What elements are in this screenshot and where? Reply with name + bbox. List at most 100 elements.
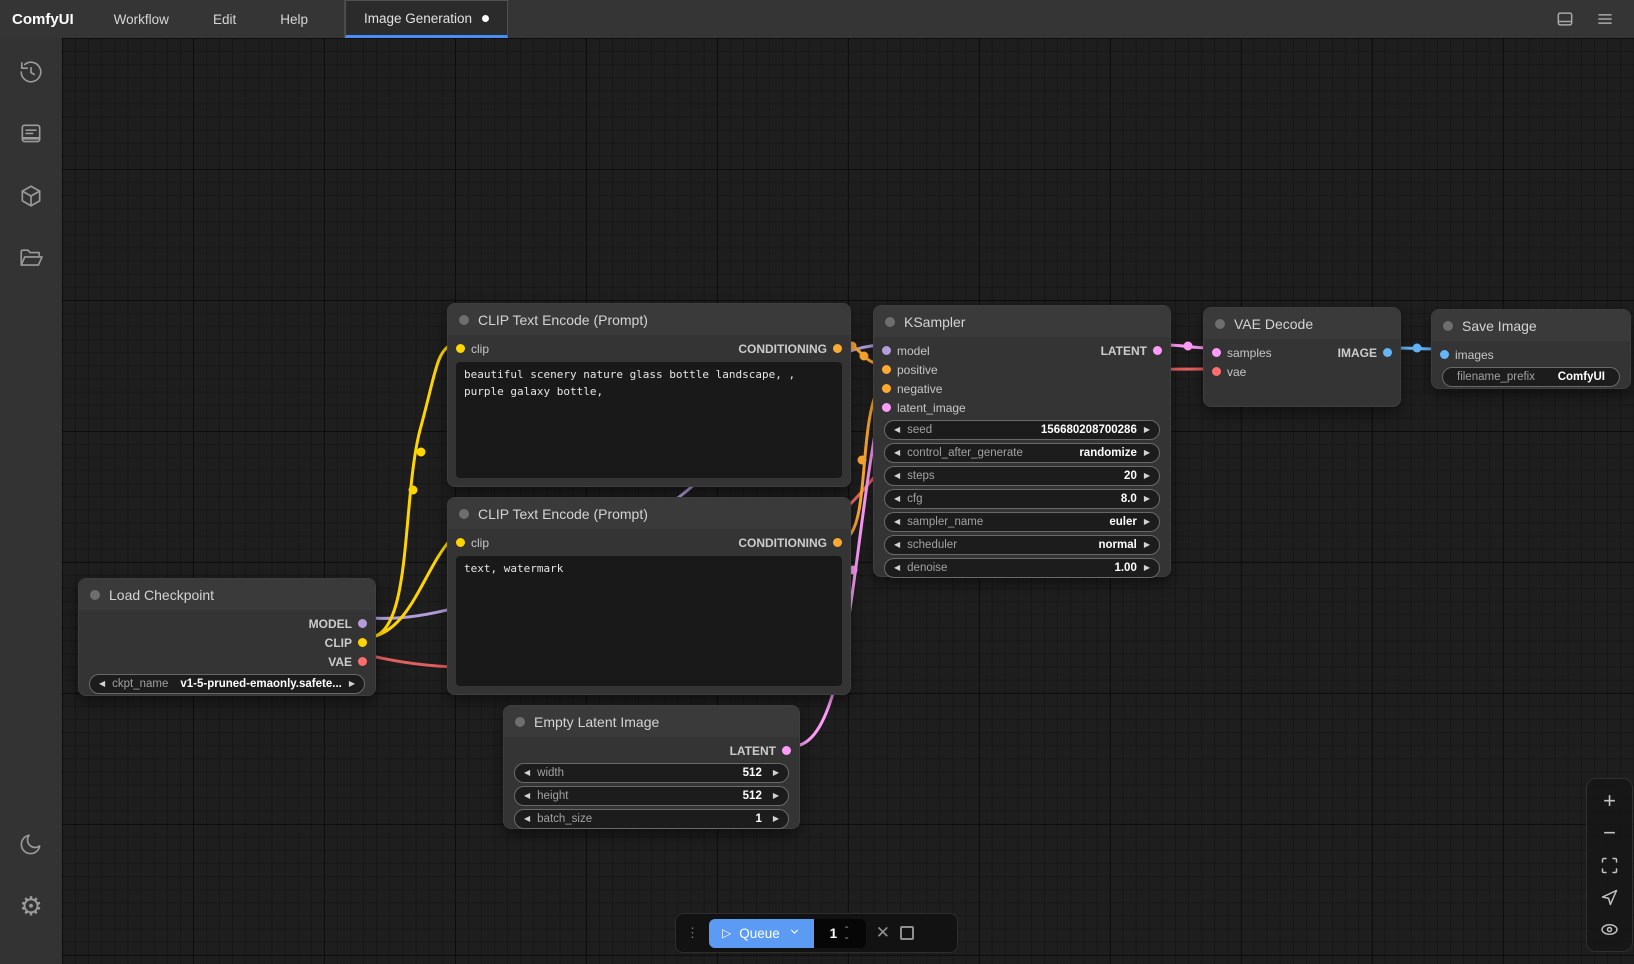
input-latent-image[interactable]: latent_image — [882, 401, 966, 415]
image-port-icon[interactable] — [1440, 350, 1449, 359]
increment-arrow-icon[interactable]: ▶ — [1144, 541, 1150, 549]
conditioning-port-icon[interactable] — [833, 538, 842, 547]
widget-ckpt-name[interactable]: ◀ ckpt_name v1-5-pruned-emaonly.safete..… — [89, 674, 365, 694]
collapse-dot-icon[interactable] — [90, 590, 100, 600]
increment-arrow-icon[interactable]: ▶ — [773, 769, 779, 777]
decrement-arrow-icon[interactable]: ◀ — [894, 564, 900, 572]
increment-arrow-icon[interactable]: ▶ — [773, 792, 779, 800]
vae-port-icon[interactable] — [358, 657, 367, 666]
toggle-links-icon[interactable] — [1597, 916, 1623, 942]
widget-steps[interactable]: ◀ steps 20 ▶ — [884, 466, 1160, 486]
model-port-icon[interactable] — [882, 346, 891, 355]
decrement-arrow-icon[interactable]: ◀ — [524, 769, 530, 777]
collapse-dot-icon[interactable] — [459, 315, 469, 325]
model-port-icon[interactable] — [358, 619, 367, 628]
node-save-image[interactable]: Save Image images filename_prefix ComfyU… — [1431, 309, 1631, 389]
stepper-arrows-icon[interactable]: ⌃⌄ — [843, 926, 850, 940]
node-ksampler[interactable]: KSampler model LATENT positive negative … — [873, 305, 1171, 577]
collapse-dot-icon[interactable] — [459, 509, 469, 519]
model-library-icon[interactable] — [11, 176, 51, 216]
queue-icon[interactable] — [11, 114, 51, 154]
decrement-arrow-icon[interactable]: ◀ — [894, 518, 900, 526]
increment-arrow-icon[interactable]: ▶ — [1144, 472, 1150, 480]
theme-toggle-icon[interactable] — [11, 824, 51, 864]
collapse-dot-icon[interactable] — [515, 717, 525, 727]
widget-cfg[interactable]: ◀ cfg 8.0 ▶ — [884, 489, 1160, 509]
node-clip-text-encode-negative[interactable]: CLIP Text Encode (Prompt) clip CONDITION… — [447, 497, 851, 695]
clear-queue-button[interactable]: ✕ — [876, 923, 890, 943]
output-latent[interactable]: LATENT — [730, 744, 791, 758]
settings-icon[interactable]: ⚙ — [11, 886, 51, 926]
decrement-arrow-icon[interactable]: ◀ — [99, 680, 105, 688]
latent-port-icon[interactable] — [882, 403, 891, 412]
prompt-text-area[interactable]: text, watermark — [456, 556, 842, 686]
conditioning-port-icon[interactable] — [833, 344, 842, 353]
widget-denoise[interactable]: ◀ denoise 1.00 ▶ — [884, 558, 1160, 578]
clip-port-icon[interactable] — [456, 538, 465, 547]
increment-arrow-icon[interactable]: ▶ — [1144, 449, 1150, 457]
widget-seed[interactable]: ◀ seed 156680208700286 ▶ — [884, 420, 1160, 440]
decrement-arrow-icon[interactable]: ◀ — [894, 472, 900, 480]
latent-port-icon[interactable] — [1212, 348, 1221, 357]
widget-scheduler[interactable]: ◀ scheduler normal ▶ — [884, 535, 1160, 555]
input-clip[interactable]: clip — [456, 536, 489, 550]
node-title-bar[interactable]: CLIP Text Encode (Prompt) — [448, 304, 850, 335]
node-title-bar[interactable]: Save Image — [1432, 310, 1630, 341]
increment-arrow-icon[interactable]: ▶ — [1144, 564, 1150, 572]
increment-arrow-icon[interactable]: ▶ — [773, 815, 779, 823]
input-model[interactable]: model — [882, 344, 930, 358]
prompt-text-area[interactable]: beautiful scenery nature glass bottle la… — [456, 362, 842, 478]
input-vae[interactable]: vae — [1212, 365, 1246, 379]
increment-arrow-icon[interactable]: ▶ — [1144, 426, 1150, 434]
input-negative[interactable]: negative — [882, 382, 942, 396]
batch-count-stepper[interactable]: 1 ⌃⌄ — [814, 919, 866, 948]
widget-filename-prefix[interactable]: filename_prefix ComfyUI — [1442, 367, 1620, 387]
widget-sampler-name[interactable]: ◀ sampler_name euler ▶ — [884, 512, 1160, 532]
tab-image-generation[interactable]: Image Generation — [345, 0, 508, 38]
output-image[interactable]: IMAGE — [1338, 346, 1392, 360]
bottom-panel-toggle-icon[interactable] — [1554, 8, 1576, 30]
widget-height[interactable]: ◀ height 512 ▶ — [514, 786, 789, 806]
zoom-out-icon[interactable]: − — [1597, 820, 1623, 846]
output-vae[interactable]: VAE — [328, 655, 367, 669]
vae-port-icon[interactable] — [1212, 367, 1221, 376]
latent-port-icon[interactable] — [782, 746, 791, 755]
decrement-arrow-icon[interactable]: ◀ — [524, 815, 530, 823]
node-load-checkpoint[interactable]: Load Checkpoint MODEL CLIP VAE ◀ ckpt_na… — [78, 578, 376, 696]
output-model[interactable]: MODEL — [309, 617, 367, 631]
menu-edit[interactable]: Edit — [191, 0, 258, 38]
conditioning-port-icon[interactable] — [882, 384, 891, 393]
increment-arrow-icon[interactable]: ▶ — [1144, 518, 1150, 526]
node-empty-latent-image[interactable]: Empty Latent Image LATENT ◀ width 512 ▶ … — [503, 705, 800, 829]
decrement-arrow-icon[interactable]: ◀ — [894, 426, 900, 434]
menu-workflow[interactable]: Workflow — [92, 0, 191, 38]
queue-button[interactable]: ▷ Queue — [709, 919, 814, 948]
conditioning-port-icon[interactable] — [882, 365, 891, 374]
clip-port-icon[interactable] — [456, 344, 465, 353]
node-clip-text-encode-positive[interactable]: CLIP Text Encode (Prompt) clip CONDITION… — [447, 303, 851, 487]
chevron-down-icon[interactable] — [788, 925, 801, 941]
node-vae-decode[interactable]: VAE Decode samples IMAGE vae — [1203, 307, 1401, 407]
stop-button[interactable] — [900, 926, 914, 940]
drag-handle-icon[interactable]: ⋮ — [686, 925, 699, 941]
output-conditioning[interactable]: CONDITIONING — [738, 342, 842, 356]
increment-arrow-icon[interactable]: ▶ — [1144, 495, 1150, 503]
node-title-bar[interactable]: Empty Latent Image — [504, 706, 799, 737]
input-samples[interactable]: samples — [1212, 346, 1272, 360]
input-positive[interactable]: positive — [882, 363, 938, 377]
collapse-dot-icon[interactable] — [1443, 321, 1453, 331]
node-title-bar[interactable]: CLIP Text Encode (Prompt) — [448, 498, 850, 529]
node-title-bar[interactable]: KSampler — [874, 306, 1170, 337]
collapse-dot-icon[interactable] — [1215, 319, 1225, 329]
fit-view-icon[interactable] — [1597, 852, 1623, 878]
input-clip[interactable]: clip — [456, 342, 489, 356]
zoom-in-icon[interactable]: + — [1597, 788, 1623, 814]
increment-arrow-icon[interactable]: ▶ — [349, 680, 355, 688]
output-clip[interactable]: CLIP — [325, 636, 367, 650]
collapse-dot-icon[interactable] — [885, 317, 895, 327]
workflows-icon[interactable] — [11, 238, 51, 278]
decrement-arrow-icon[interactable]: ◀ — [894, 449, 900, 457]
decrement-arrow-icon[interactable]: ◀ — [524, 792, 530, 800]
input-images[interactable]: images — [1440, 348, 1494, 362]
menu-help[interactable]: Help — [258, 0, 330, 38]
